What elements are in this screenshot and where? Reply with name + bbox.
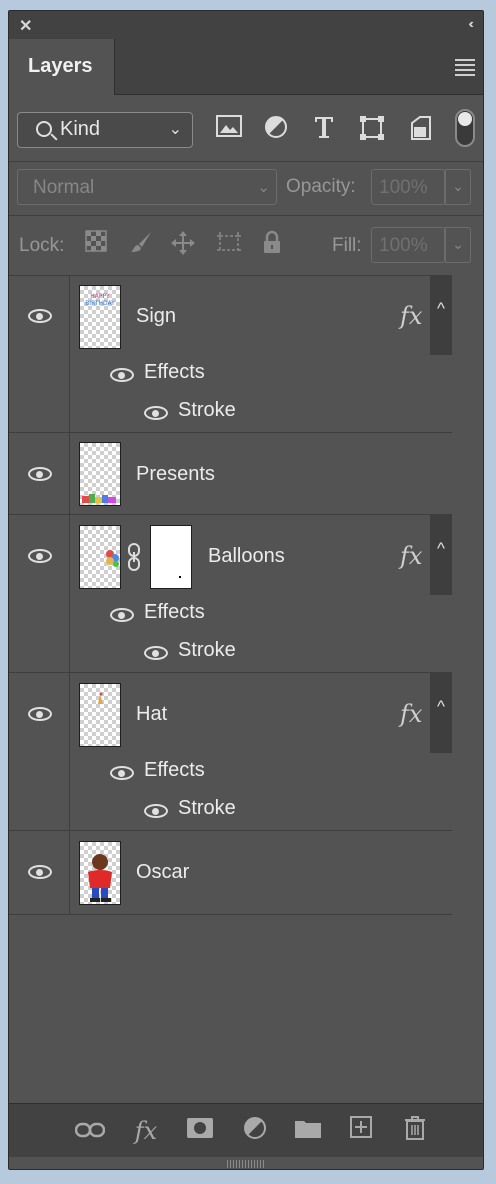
visibility-column: [9, 831, 70, 914]
collapse-effects-icon[interactable]: ^: [430, 673, 452, 753]
eye-icon[interactable]: [144, 406, 168, 420]
layer-row-balloons[interactable]: Balloons fx ^ Effects Stroke: [9, 515, 452, 673]
eye-icon[interactable]: [110, 766, 134, 780]
lock-row: Lock: Fill: 100% ⌄: [9, 215, 483, 275]
eye-icon[interactable]: [28, 467, 52, 481]
add-style-icon[interactable]: fx: [131, 1116, 161, 1146]
visibility-column: [9, 515, 70, 672]
panel-footer: fx: [9, 1103, 483, 1157]
image-filter-icon[interactable]: [215, 115, 243, 143]
eye-icon[interactable]: [28, 707, 52, 721]
blend-row: Normal ⌄ Opacity: 100% ⌄: [9, 161, 483, 215]
layer-name[interactable]: Sign: [136, 305, 176, 328]
search-icon: [36, 121, 52, 137]
add-mask-icon[interactable]: [185, 1116, 215, 1146]
layer-name[interactable]: Hat: [136, 703, 167, 726]
effect-stroke-label: Stroke: [178, 797, 236, 819]
fx-icon[interactable]: fx: [400, 542, 422, 570]
eye-icon[interactable]: [144, 646, 168, 660]
fill-label: Fill:: [332, 235, 362, 256]
layers-scroll-area[interactable]: [452, 275, 483, 1113]
kind-filter-label: Kind: [60, 118, 101, 140]
chain-link-icon[interactable]: [126, 542, 142, 577]
layer-name[interactable]: Presents: [136, 463, 215, 486]
lock-transparent-pixels-icon[interactable]: [82, 230, 110, 258]
layer-thumbnail[interactable]: [79, 442, 121, 506]
link-layers-icon[interactable]: [74, 1116, 106, 1146]
eye-icon[interactable]: [110, 368, 134, 382]
effects-label: Effects: [144, 759, 205, 781]
blend-mode-select[interactable]: Normal ⌄: [17, 169, 277, 205]
opacity-dropdown-icon[interactable]: ⌄: [445, 169, 471, 205]
eye-icon[interactable]: [110, 608, 134, 622]
svg-text:HAPPY: HAPPY: [90, 293, 110, 300]
effects-label: Effects: [144, 601, 205, 623]
layer-thumbnail[interactable]: [79, 841, 121, 905]
effect-stroke-label: Stroke: [178, 639, 236, 661]
panel-titlebar: ✕ ‹‹: [9, 11, 483, 39]
panel-menu-icon[interactable]: [455, 59, 475, 79]
filter-row: Kind ⌄: [9, 95, 483, 161]
filter-toggle[interactable]: [455, 109, 475, 147]
fill-field[interactable]: 100%: [371, 227, 445, 263]
lock-artboard-icon[interactable]: [215, 230, 243, 258]
chevron-down-icon: ⌄: [257, 179, 270, 196]
delete-layer-icon[interactable]: [400, 1116, 430, 1146]
opacity-field[interactable]: 100%: [371, 169, 445, 205]
visibility-column: [9, 433, 70, 514]
lock-label: Lock:: [19, 235, 65, 256]
layer-row-presents[interactable]: Presents: [9, 433, 452, 515]
effects-label: Effects: [144, 361, 205, 383]
layer-thumbnail[interactable]: HAPPY BIRTHDAY: [79, 285, 121, 349]
visibility-column: [9, 673, 70, 830]
smart-object-filter-icon[interactable]: [407, 115, 435, 143]
layer-row-sign[interactable]: HAPPY BIRTHDAY Sign fx ^ Effects Stroke: [9, 275, 452, 433]
chevron-down-icon: ⌄: [168, 121, 182, 138]
adjustment-filter-icon[interactable]: [262, 115, 290, 143]
visibility-column: [9, 275, 70, 432]
tab-layers[interactable]: Layers: [9, 39, 115, 95]
collapse-effects-icon[interactable]: ^: [430, 275, 452, 355]
type-filter-icon[interactable]: [310, 115, 338, 143]
new-adjustment-icon[interactable]: [240, 1116, 270, 1146]
panel-tab-row: Layers: [9, 39, 483, 95]
eye-icon[interactable]: [28, 309, 52, 323]
layer-thumbnail[interactable]: [79, 525, 121, 589]
eye-icon[interactable]: [144, 804, 168, 818]
lock-all-icon[interactable]: [258, 230, 286, 258]
lock-image-pixels-icon[interactable]: [127, 230, 155, 258]
blend-mode-value: Normal: [33, 177, 95, 198]
svg-text:BIRTHDAY: BIRTHDAY: [85, 300, 115, 307]
layer-row-hat[interactable]: Hat fx ^ Effects Stroke: [9, 673, 452, 831]
effect-stroke-label: Stroke: [178, 399, 236, 421]
fx-icon[interactable]: fx: [400, 700, 422, 728]
lock-position-icon[interactable]: [169, 230, 197, 258]
collapse-effects-icon[interactable]: ^: [430, 515, 452, 595]
eye-icon[interactable]: [28, 865, 52, 879]
resize-grip[interactable]: [9, 1157, 483, 1169]
opacity-label: Opacity:: [286, 176, 356, 197]
fill-dropdown-icon[interactable]: ⌄: [445, 227, 471, 263]
layer-name[interactable]: Oscar: [136, 861, 189, 884]
new-layer-icon[interactable]: [346, 1116, 376, 1146]
fx-icon[interactable]: fx: [400, 302, 422, 330]
layer-mask-thumbnail[interactable]: [150, 525, 192, 589]
kind-filter-select[interactable]: Kind ⌄: [17, 112, 193, 148]
eye-icon[interactable]: [28, 549, 52, 563]
close-icon[interactable]: ✕: [19, 16, 32, 36]
layers-panel: ✕ ‹‹ Layers Kind ⌄ Normal ⌄ Opacity: 100…: [8, 10, 484, 1170]
layer-row-oscar[interactable]: Oscar: [9, 831, 452, 915]
layer-thumbnail[interactable]: [79, 683, 121, 747]
shape-filter-icon[interactable]: [358, 115, 386, 143]
new-group-icon[interactable]: [293, 1116, 323, 1146]
layer-name[interactable]: Balloons: [208, 545, 285, 568]
collapse-panel-icon[interactable]: ‹‹: [468, 16, 473, 31]
